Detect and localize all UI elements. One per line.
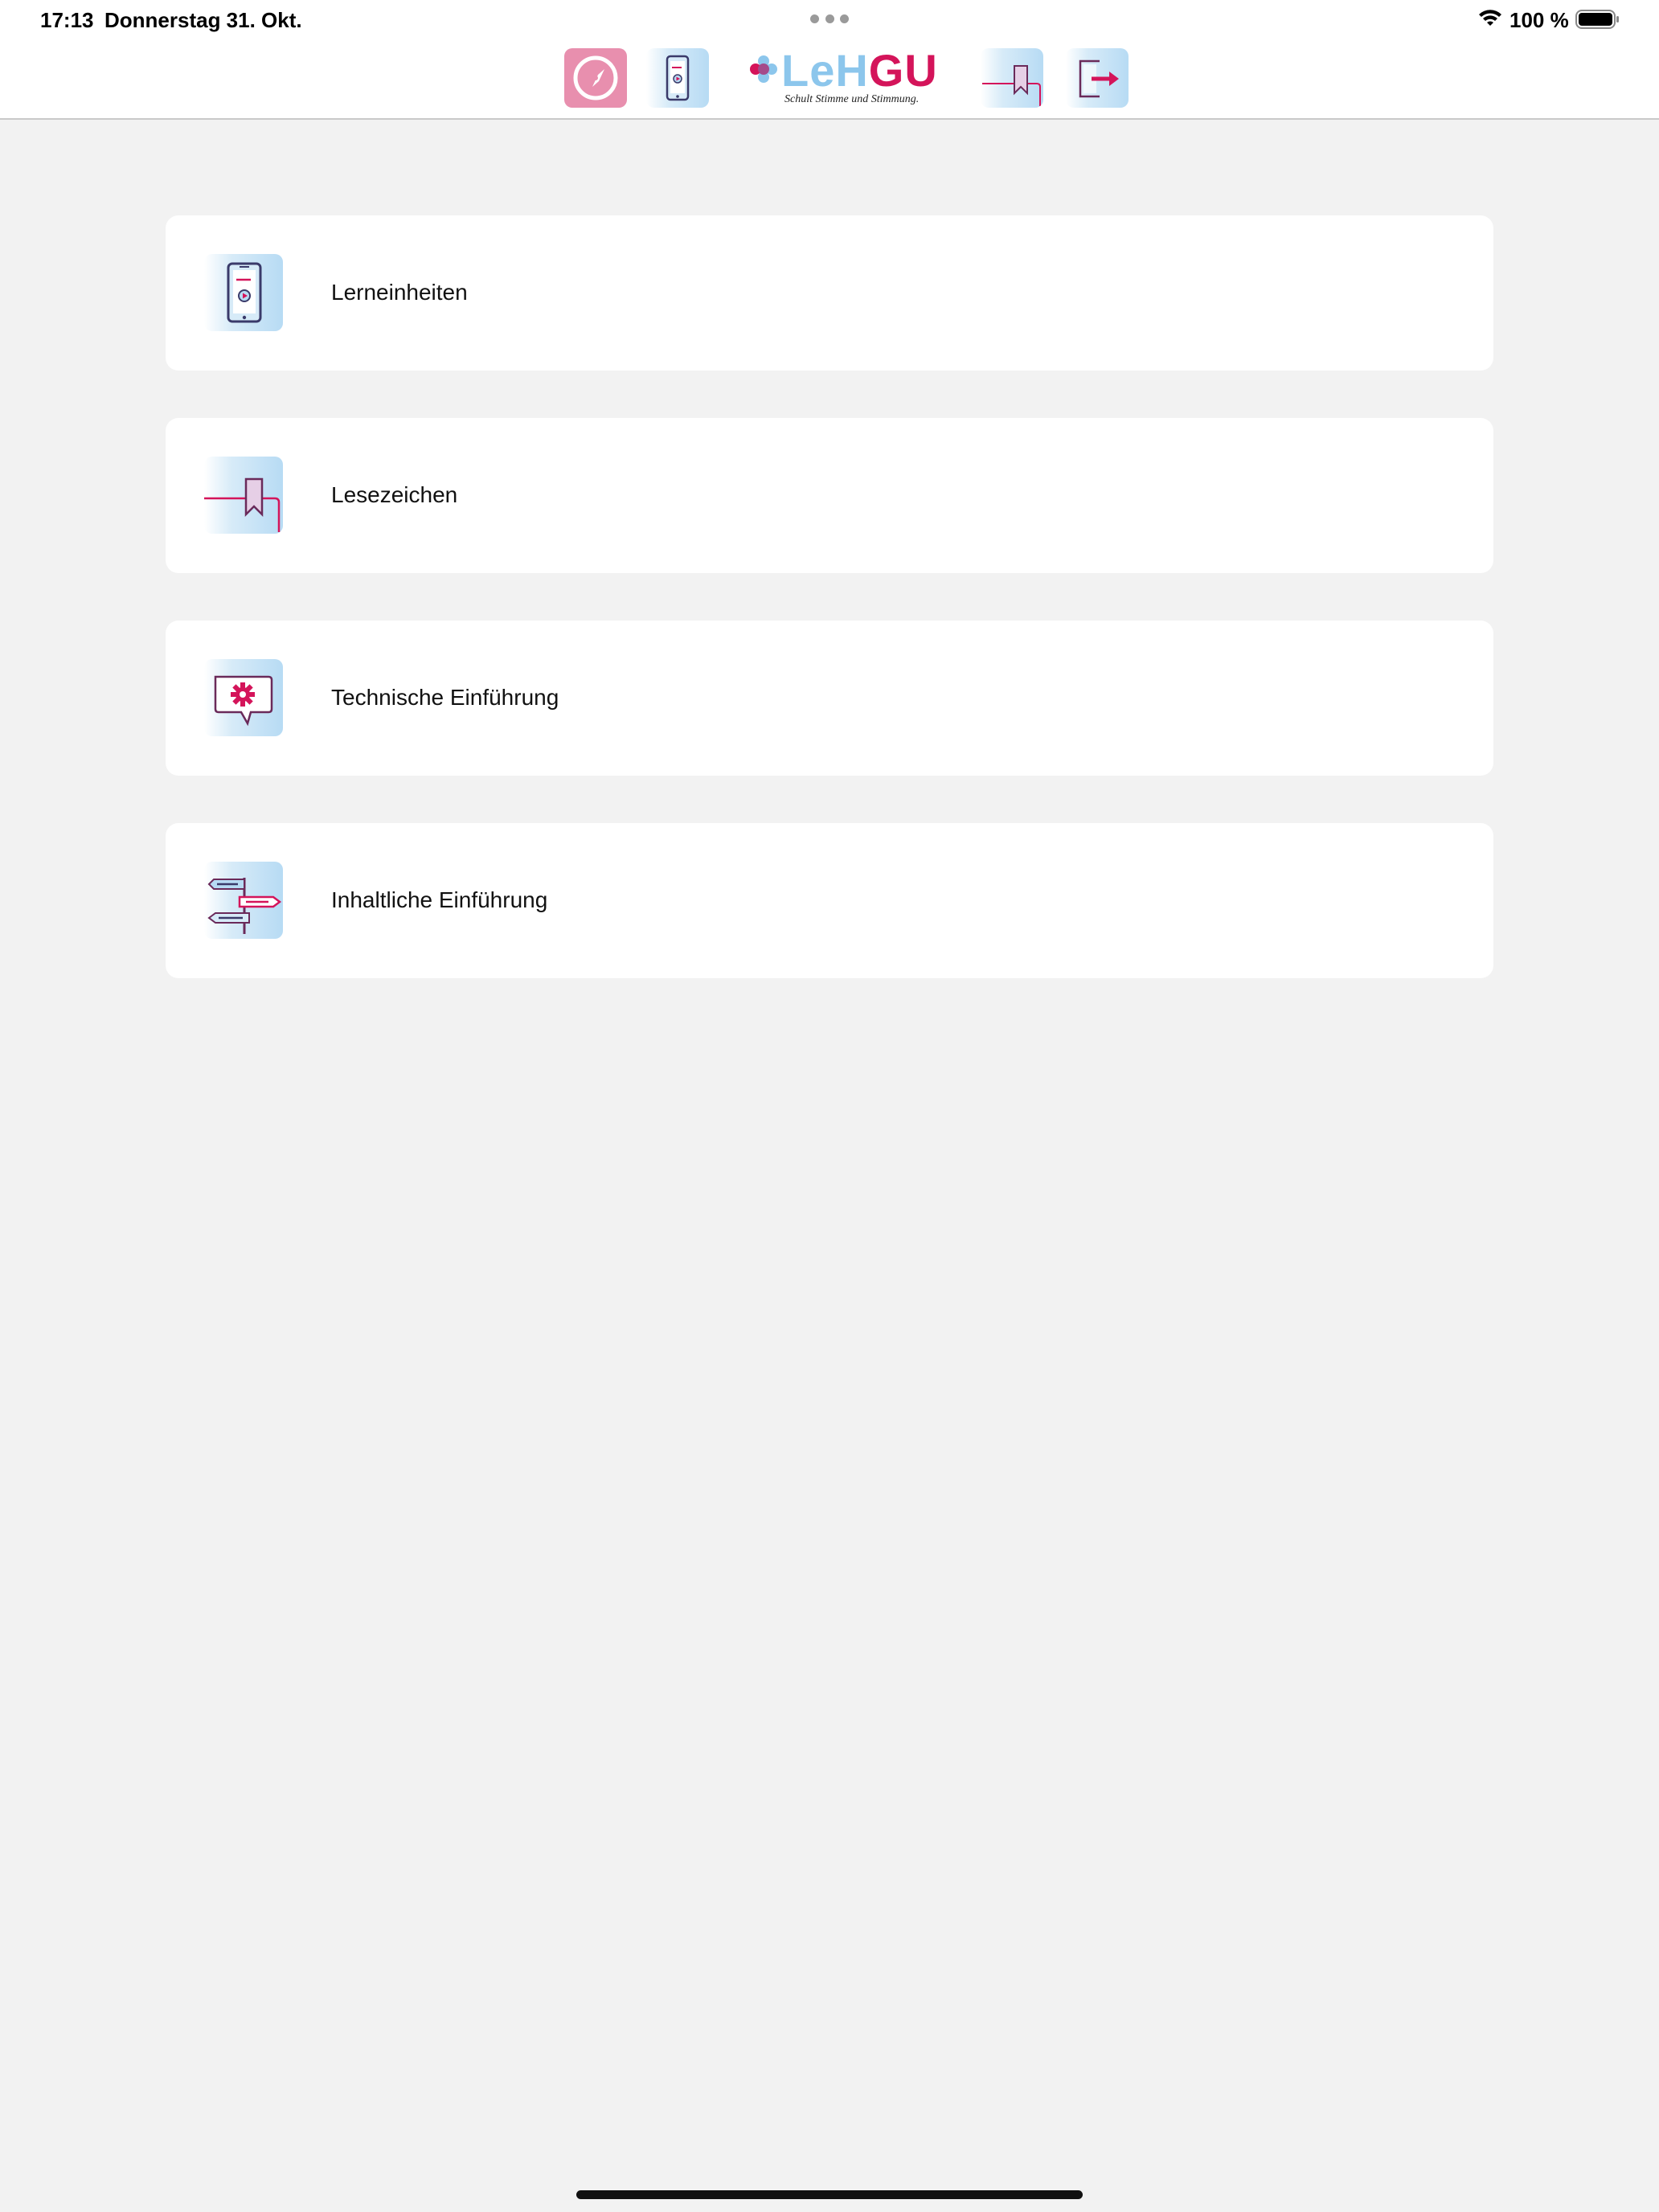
menu-item-icon-tile xyxy=(204,862,283,939)
menu-item-lerneinheiten[interactable]: Lerneinheiten xyxy=(166,215,1493,371)
logout-button[interactable] xyxy=(1066,48,1129,108)
dot xyxy=(840,14,849,23)
compass-button[interactable] xyxy=(564,48,627,108)
menu-item-label: Technische Einführung xyxy=(331,685,559,710)
logo-word-left: LeH xyxy=(781,45,869,96)
menu-item-label: Lerneinheiten xyxy=(331,280,468,305)
menu-item-inhaltliche-einfuehrung[interactable]: Inhaltliche Einführung xyxy=(166,823,1493,978)
menu-item-icon-tile xyxy=(204,457,283,534)
battery-icon xyxy=(1575,10,1619,29)
menu-item-technische-einfuehrung[interactable]: Technische Einführung xyxy=(166,621,1493,776)
smartphone-video-icon xyxy=(666,55,690,101)
learning-units-button[interactable] xyxy=(646,48,709,108)
logo-cross-icon xyxy=(750,55,777,83)
status-bar: 17:13 Donnerstag 31. Okt. 100 % xyxy=(0,0,1659,40)
logo-tagline: Schult Stimme und Stimmung. xyxy=(784,93,920,105)
smartphone-video-icon xyxy=(227,262,262,323)
menu-item-icon-tile xyxy=(204,254,283,331)
compass-icon xyxy=(573,55,618,100)
menu-item-lesezeichen[interactable]: Lesezeichen xyxy=(166,418,1493,573)
multitasking-dots[interactable] xyxy=(810,14,849,24)
bookmark-icon xyxy=(982,65,1041,106)
bookmark-icon xyxy=(204,477,281,532)
lehgu-logo: LeHGU Schult Stimme und Stimmung. xyxy=(748,45,944,113)
dot xyxy=(825,14,834,23)
dot xyxy=(810,14,819,23)
home-indicator[interactable] xyxy=(576,2190,1083,2199)
wifi-icon xyxy=(1479,10,1501,26)
gear-speech-bubble-icon xyxy=(214,675,273,727)
signpost-icon xyxy=(207,878,282,934)
bookmarks-button[interactable] xyxy=(981,48,1043,108)
logo-wordmark: LeHGU xyxy=(781,45,938,96)
menu-item-label: Lesezeichen xyxy=(331,482,458,507)
app-header: LeHGU Schult Stimme und Stimmung. xyxy=(0,40,1659,120)
battery-percentage: 100 % xyxy=(1509,8,1569,32)
menu-item-label: Inhaltliche Einführung xyxy=(331,887,548,912)
status-date: Donnerstag 31. Okt. xyxy=(104,8,302,32)
logout-icon xyxy=(1079,59,1119,98)
menu-item-icon-tile xyxy=(204,659,283,736)
status-time: 17:13 xyxy=(40,8,94,32)
logo-word-right: GU xyxy=(868,45,938,96)
